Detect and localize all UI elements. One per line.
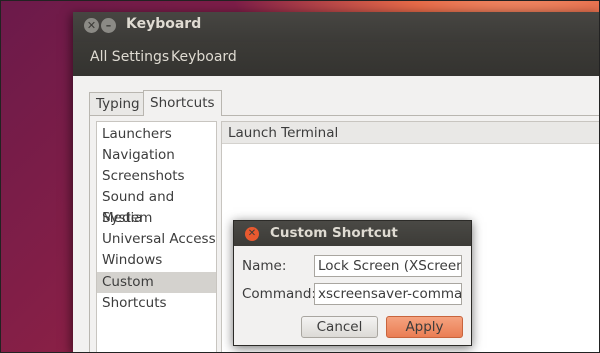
- command-label: Command:: [242, 286, 316, 302]
- category-list: Launchers Navigation Screenshots Sound a…: [96, 121, 217, 353]
- dialog-title: Custom Shortcut: [270, 225, 398, 241]
- category-sound-and-media[interactable]: Sound and Media: [97, 187, 216, 226]
- minimize-icon[interactable]: –: [101, 18, 116, 33]
- category-custom-shortcuts[interactable]: Custom Shortcuts: [97, 272, 216, 311]
- category-screenshots[interactable]: Screenshots: [97, 166, 216, 187]
- dialog-titlebar[interactable]: ✕ Custom Shortcut: [234, 221, 471, 246]
- category-universal-access[interactable]: Universal Access: [97, 229, 216, 250]
- apply-button[interactable]: Apply: [386, 316, 463, 338]
- category-launchers[interactable]: Launchers: [97, 124, 216, 145]
- name-field[interactable]: Lock Screen (XScreenSaver): [314, 255, 462, 277]
- shortcut-list-item[interactable]: Launch Terminal: [222, 122, 600, 144]
- custom-shortcut-dialog: ✕ Custom Shortcut Name: Lock Screen (XSc…: [233, 220, 472, 346]
- cancel-button[interactable]: Cancel: [301, 316, 378, 338]
- tab-typing[interactable]: Typing: [89, 92, 147, 115]
- category-navigation[interactable]: Navigation: [97, 145, 216, 166]
- category-windows[interactable]: Windows: [97, 250, 216, 271]
- name-label: Name:: [242, 258, 287, 274]
- command-field[interactable]: xscreensaver-command -lock: [314, 283, 462, 305]
- window-titlebar[interactable]: ✕ – Keyboard: [73, 12, 600, 42]
- category-system[interactable]: System: [97, 208, 216, 229]
- breadcrumb: All Settings Keyboard: [73, 42, 600, 76]
- tab-shortcuts[interactable]: Shortcuts: [143, 90, 222, 116]
- close-icon[interactable]: ✕: [84, 18, 99, 33]
- dialog-close-icon[interactable]: ✕: [245, 227, 259, 241]
- breadcrumb-keyboard[interactable]: Keyboard: [171, 49, 237, 65]
- window-title: Keyboard: [126, 16, 202, 32]
- all-settings-button[interactable]: All Settings: [90, 49, 169, 65]
